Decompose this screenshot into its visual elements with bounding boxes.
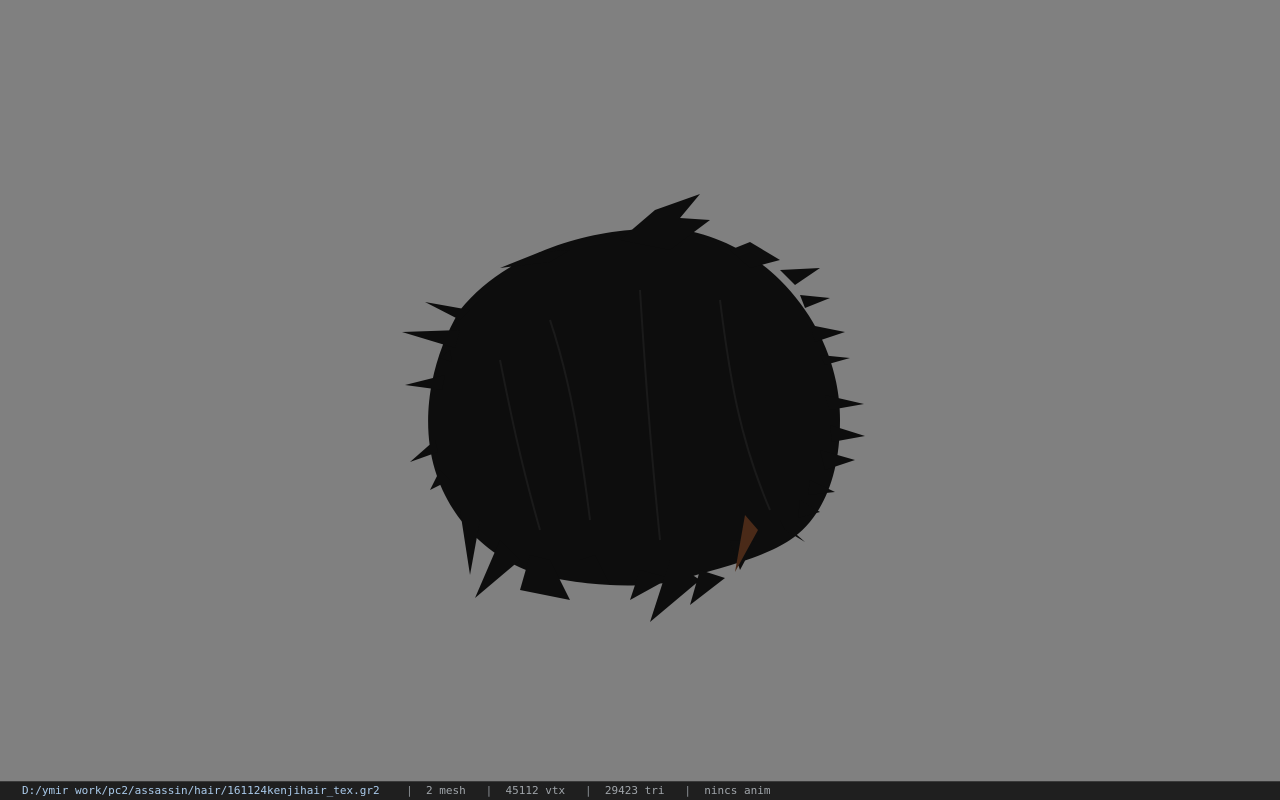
status-bar: D:/ymir work/pc2/assassin/hair/161124ken… (0, 781, 1280, 800)
triangle-count: 29423 tri (604, 784, 665, 797)
separator: | (406, 784, 413, 797)
vertex-count: 45112 vtx (505, 784, 566, 797)
mesh-count: 2 mesh (426, 784, 466, 797)
separator: | (584, 784, 592, 797)
file-path: D:/ymir work/pc2/assassin/hair/161124ken… (22, 784, 380, 797)
separator: | (485, 784, 493, 797)
animation-status: nincs anim (704, 784, 771, 797)
hair-mesh-icon (402, 194, 865, 622)
model-viewport[interactable] (0, 0, 1280, 781)
separator: | (684, 784, 691, 797)
